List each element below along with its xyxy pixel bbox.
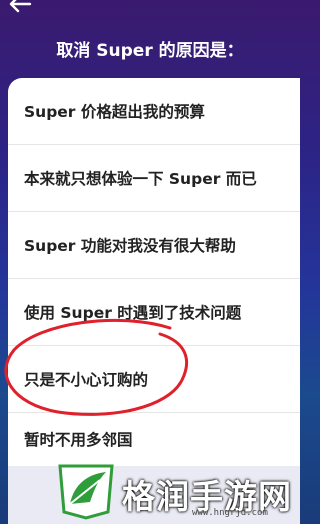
reason-label: Super 价格超出我的预算 xyxy=(24,103,205,121)
reason-label: 暂时不用多邻国 xyxy=(24,431,133,449)
reason-option-not-using[interactable]: 暂时不用多邻国 xyxy=(8,413,300,466)
watermark-url: www.hngrjd.com xyxy=(192,508,268,518)
reason-label: 只是不小心订购的 xyxy=(24,371,149,389)
reason-label: Super 功能对我没有很大帮助 xyxy=(24,237,236,255)
reason-label: 使用 Super 时遇到了技术问题 xyxy=(24,304,242,322)
watermark-logo-icon xyxy=(58,464,114,520)
reason-option-budget[interactable]: Super 价格超出我的预算 xyxy=(8,78,300,145)
page-title: 取消 Super 的原因是： xyxy=(56,41,244,61)
reason-label: 本来就只想体验一下 Super 而已 xyxy=(24,170,257,188)
back-arrow-icon[interactable] xyxy=(8,0,32,14)
reason-option-not-helpful[interactable]: Super 功能对我没有很大帮助 xyxy=(8,212,300,279)
reason-option-trial[interactable]: 本来就只想体验一下 Super 而已 xyxy=(8,145,300,212)
reason-list: Super 价格超出我的预算 本来就只想体验一下 Super 而已 Super … xyxy=(8,78,300,466)
reason-option-accidental[interactable]: 只是不小心订购的 xyxy=(8,346,300,413)
reason-option-technical-issue[interactable]: 使用 Super 时遇到了技术问题 xyxy=(8,279,300,346)
